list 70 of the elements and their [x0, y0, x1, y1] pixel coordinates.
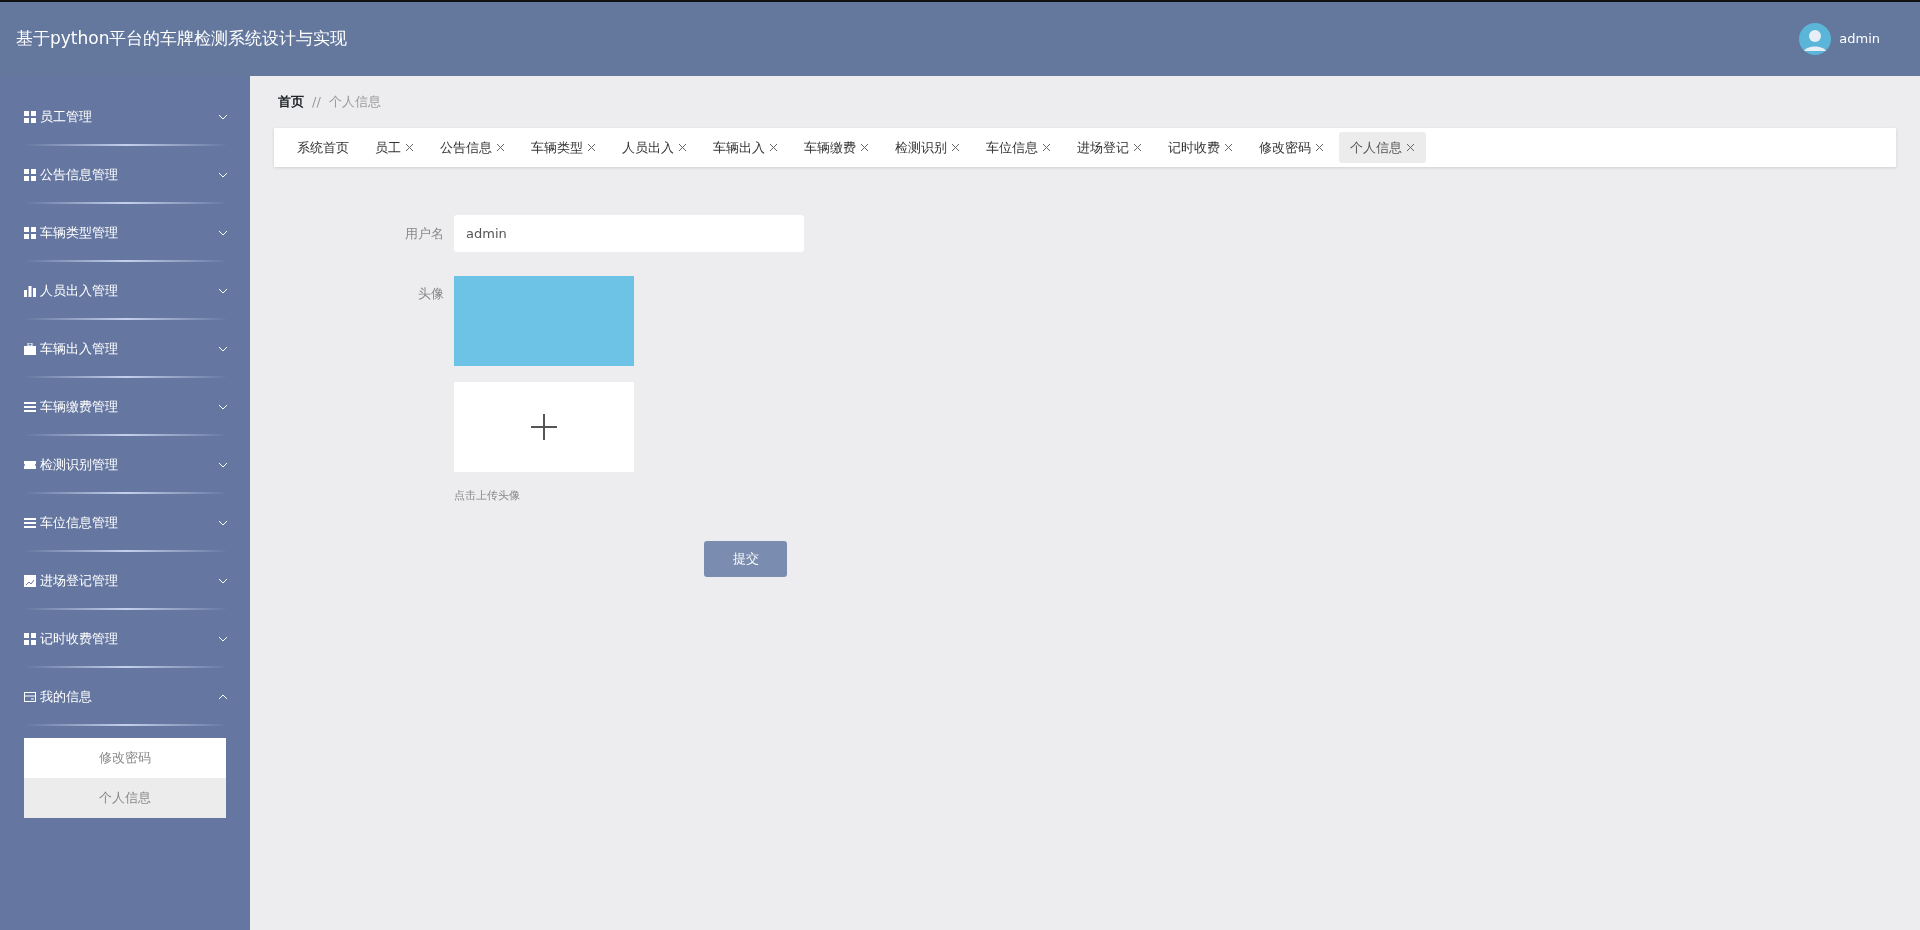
- ticket-icon: [24, 459, 36, 471]
- bar-chart-icon: [24, 285, 36, 297]
- sidebar-menu-item[interactable]: 车辆类型管理: [0, 204, 250, 262]
- line-chart-icon: [24, 575, 36, 587]
- close-icon[interactable]: [1406, 142, 1415, 152]
- close-icon[interactable]: [587, 142, 596, 152]
- close-icon[interactable]: [769, 142, 778, 152]
- tab[interactable]: 个人信息: [1339, 131, 1426, 163]
- close-icon[interactable]: [405, 142, 414, 152]
- sidebar-menu-item[interactable]: 员工管理: [0, 88, 250, 146]
- tab[interactable]: 车辆缴费: [793, 131, 880, 163]
- breadcrumb-current: 个人信息: [328, 93, 381, 111]
- tab[interactable]: 检测识别: [884, 131, 971, 163]
- sidebar-menu-item[interactable]: 车辆缴费管理: [0, 378, 250, 436]
- sidebar-menu-item[interactable]: 车位信息管理: [0, 494, 250, 552]
- sidebar-menu-item[interactable]: 进场登记管理: [0, 552, 250, 610]
- list-icon: [24, 401, 36, 413]
- app-title: 基于python平台的车牌检测系统设计与实现: [16, 27, 348, 51]
- submenu-item[interactable]: 修改密码: [24, 738, 226, 778]
- sidebar-menu-item[interactable]: 我的信息: [0, 668, 250, 726]
- chevron-icon: [218, 171, 228, 179]
- grid-icon: [24, 227, 36, 239]
- upload-hint: 点击上传头像: [454, 488, 521, 504]
- sidebar-menu-item[interactable]: 公告信息管理: [0, 146, 250, 204]
- list-icon: [24, 517, 36, 529]
- chevron-icon: [218, 577, 228, 585]
- tab[interactable]: 车位信息: [975, 131, 1062, 163]
- close-icon[interactable]: [1315, 142, 1324, 152]
- chevron-icon: [218, 113, 228, 121]
- close-icon[interactable]: [860, 142, 869, 152]
- user-avatar-icon[interactable]: [1799, 23, 1832, 55]
- tab[interactable]: 车辆类型: [520, 131, 607, 163]
- close-icon[interactable]: [1133, 142, 1142, 152]
- tab[interactable]: 系统首页: [286, 131, 360, 163]
- sidebar-menu-item[interactable]: 人员出入管理: [0, 262, 250, 320]
- chevron-icon: [218, 345, 228, 353]
- close-icon[interactable]: [1042, 142, 1051, 152]
- grid-icon: [24, 111, 36, 123]
- tab[interactable]: 修改密码: [1248, 131, 1335, 163]
- chevron-icon: [218, 229, 228, 237]
- tab[interactable]: 公告信息: [429, 131, 516, 163]
- plus-icon: [530, 413, 558, 441]
- sidebar-menu-item[interactable]: 检测识别管理: [0, 436, 250, 494]
- tab[interactable]: 进场登记: [1066, 131, 1153, 163]
- chevron-icon: [218, 461, 228, 469]
- chevron-icon: [218, 519, 228, 527]
- grid-icon: [24, 169, 36, 181]
- username-field[interactable]: admin: [454, 215, 804, 252]
- sidebar-menu-item[interactable]: 记时收费管理: [0, 610, 250, 668]
- avatar-label: 头像: [417, 285, 445, 303]
- grid-icon: [24, 633, 36, 645]
- close-icon[interactable]: [951, 142, 960, 152]
- sidebar-menu-item[interactable]: 车辆出入管理: [0, 320, 250, 378]
- briefcase-icon: [24, 343, 36, 355]
- chevron-icon: [218, 693, 228, 701]
- breadcrumb-home[interactable]: 首页: [278, 92, 304, 112]
- breadcrumb-separator: //: [312, 93, 321, 111]
- chevron-icon: [218, 635, 228, 643]
- card-icon: [24, 691, 36, 703]
- close-icon[interactable]: [496, 142, 505, 152]
- username-label[interactable]: admin: [1839, 29, 1880, 49]
- tab[interactable]: 车辆出入: [702, 131, 789, 163]
- chevron-icon: [218, 403, 228, 411]
- chevron-icon: [218, 287, 228, 295]
- tab[interactable]: 人员出入: [611, 131, 698, 163]
- close-icon[interactable]: [678, 142, 687, 152]
- username-label: 用户名: [404, 224, 445, 243]
- tab[interactable]: 员工: [364, 131, 425, 163]
- tab[interactable]: 记时收费: [1157, 131, 1244, 163]
- close-icon[interactable]: [1224, 142, 1233, 152]
